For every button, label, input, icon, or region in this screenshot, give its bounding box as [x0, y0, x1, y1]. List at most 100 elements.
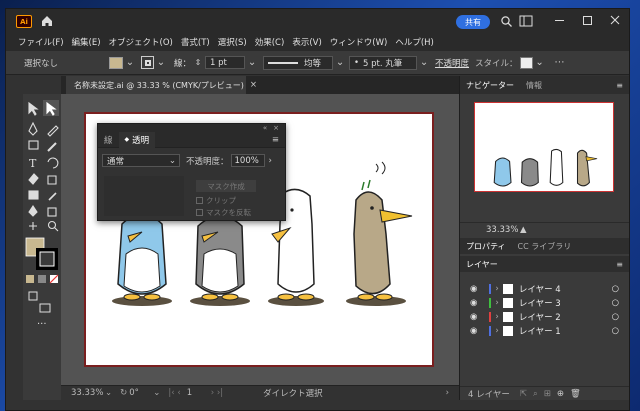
zoom-chevron-down-icon[interactable]: ⌄ — [105, 388, 112, 398]
search-icon[interactable] — [500, 15, 513, 28]
zoom-out-icon[interactable]: ▲ — [520, 225, 527, 235]
artboard-tool-icon[interactable] — [29, 222, 37, 230]
screen-mode-icon[interactable] — [39, 303, 51, 313]
canvas-area[interactable]: «× 線 ◆ 透明 ≡ 通常 ⌄ 不透明度： 100% › マスク作成 クリップ… — [61, 94, 459, 394]
opacity-label[interactable]: 不透明度 — [435, 57, 469, 69]
new-layer-icon[interactable]: ⊕ — [557, 389, 564, 399]
prev-artboard-icon[interactable]: |‹ ‹ — [168, 388, 180, 398]
navigator-menu-icon[interactable]: ≡ — [610, 81, 629, 90]
invert-mask-checkbox[interactable] — [196, 209, 203, 216]
layer-row[interactable]: ◉ › レイヤー 4 ○ — [460, 282, 629, 296]
delete-layer-icon[interactable]: 🗑 — [570, 389, 581, 399]
close-icon[interactable] — [609, 14, 621, 26]
layers-menu-icon[interactable]: ≡ — [610, 260, 629, 269]
navigator-zoom-value[interactable]: 33.33% — [486, 225, 520, 235]
blue-penguin-illustration[interactable] — [117, 213, 167, 301]
paintbrush-tool-icon[interactable] — [47, 142, 57, 152]
opacity-expand-icon[interactable]: › — [269, 156, 272, 166]
status-page[interactable]: 1 — [187, 388, 207, 398]
gradient-tool-icon[interactable] — [47, 207, 57, 217]
menu-object[interactable]: オブジェクト(O) — [109, 36, 173, 48]
stroke-dropdown-chevron-down-icon[interactable]: ⌄ — [154, 56, 168, 70]
make-mask-button[interactable]: マスク作成 — [196, 180, 256, 192]
status-arrow-icon[interactable]: › — [446, 388, 449, 398]
stroke-weight-field[interactable]: 1 pt — [205, 56, 246, 69]
menu-edit[interactable]: 編集(E) — [72, 36, 101, 48]
brush-definition[interactable]: • 5 pt. 丸筆 — [349, 55, 418, 70]
opacity-field[interactable]: 100% — [230, 154, 265, 167]
visibility-eye-icon[interactable]: ◉ — [470, 298, 477, 308]
shape-builder-tool-icon[interactable] — [28, 190, 39, 200]
style-chevron-down-icon[interactable]: ⌄ — [533, 56, 547, 70]
tab-libraries[interactable]: CC ライブラリ — [512, 241, 578, 252]
menu-type[interactable]: 書式(T) — [181, 36, 210, 48]
tab-properties[interactable]: プロパティ — [460, 241, 512, 252]
locate-icon[interactable]: ⌕ — [533, 389, 538, 399]
menu-window[interactable]: ウィンドウ(W) — [330, 36, 388, 48]
clip-checkbox[interactable] — [196, 197, 203, 204]
scale-tool-icon[interactable] — [47, 175, 57, 185]
share-button[interactable]: 共有 — [456, 15, 490, 29]
layer-name[interactable]: レイヤー 4 — [519, 283, 561, 295]
stroke-swatch[interactable] — [141, 56, 154, 69]
stroke-stepper-icon[interactable]: ⇕ — [191, 56, 205, 70]
more-options-icon[interactable]: ⋯ — [553, 56, 567, 70]
status-rotation[interactable]: 0° — [129, 388, 153, 398]
expand-chevron-icon[interactable]: › — [495, 326, 498, 336]
tab-info[interactable]: 情報 — [520, 80, 548, 91]
zoom-tool-icon[interactable] — [47, 220, 57, 230]
panel-menu-icon[interactable]: ≡ — [272, 135, 279, 145]
maximize-button[interactable] — [583, 16, 592, 25]
target-circle-icon[interactable]: ○ — [612, 326, 619, 336]
curvature-tool-icon[interactable] — [47, 125, 59, 137]
brush-chevron-down-icon[interactable]: ⌄ — [417, 56, 431, 70]
document-tab-close-icon[interactable]: × — [250, 80, 257, 90]
width-tool-icon[interactable] — [28, 205, 38, 217]
target-circle-icon[interactable]: ○ — [612, 298, 619, 308]
target-circle-icon[interactable]: ○ — [612, 284, 619, 294]
target-circle-icon[interactable]: ○ — [612, 312, 619, 322]
rotate-tool-icon[interactable] — [47, 157, 59, 169]
layer-name[interactable]: レイヤー 1 — [519, 325, 561, 337]
visibility-eye-icon[interactable]: ◉ — [470, 312, 477, 322]
tab-navigator[interactable]: ナビゲーター — [460, 80, 520, 91]
layer-row[interactable]: ◉ › レイヤー 1 ○ — [460, 324, 629, 338]
gradient-mode-icon[interactable] — [38, 275, 46, 283]
stroke-color-swatch[interactable] — [36, 248, 58, 270]
tab-stroke[interactable]: 線 — [98, 134, 119, 146]
menu-help[interactable]: ヘルプ(H) — [395, 36, 434, 48]
draw-mode-icon[interactable] — [28, 291, 38, 301]
style-swatch[interactable] — [519, 56, 533, 69]
menu-select[interactable]: 選択(S) — [218, 36, 247, 48]
rotation-chevron-down-icon[interactable]: ⌄ — [153, 388, 160, 398]
new-sublayer-icon[interactable]: ⊞ — [544, 389, 551, 399]
expand-chevron-icon[interactable]: › — [495, 298, 498, 308]
home-icon[interactable] — [40, 14, 54, 28]
color-mode-icon[interactable] — [26, 275, 34, 283]
clip-checkbox-row[interactable]: クリップ — [196, 195, 236, 206]
export-icon[interactable]: ⇱ — [520, 389, 527, 399]
blend-mode-select[interactable]: 通常 ⌄ — [102, 154, 180, 167]
workspace-icon[interactable] — [519, 15, 533, 28]
stroke-weight-chevron-down-icon[interactable]: ⌄ — [245, 56, 259, 70]
grey-penguin-illustration[interactable] — [195, 215, 245, 301]
tan-duck-illustration[interactable] — [353, 161, 413, 301]
fill-swatch[interactable] — [109, 56, 123, 69]
collapse-panel-icon[interactable]: « — [263, 124, 267, 132]
layer-name[interactable]: レイヤー 2 — [519, 311, 561, 323]
expand-chevron-icon[interactable]: › — [495, 312, 498, 322]
layer-row[interactable]: ◉ › レイヤー 2 ○ — [460, 310, 629, 324]
expand-chevron-icon[interactable]: › — [495, 284, 498, 294]
tab-transparency[interactable]: ◆ 透明 — [118, 131, 156, 148]
menu-file[interactable]: ファイル(F) — [18, 36, 64, 48]
tab-layers[interactable]: レイヤー — [460, 259, 504, 270]
variable-width-profile[interactable]: 均等 — [263, 55, 334, 70]
document-tab[interactable]: 名称未設定.ai @ 33.33 % (CMYK/プレビュー) × — [66, 76, 257, 94]
fill-dropdown-chevron-down-icon[interactable]: ⌄ — [123, 56, 137, 70]
profile-chevron-down-icon[interactable]: ⌄ — [333, 56, 347, 70]
menu-view[interactable]: 表示(V) — [292, 36, 321, 48]
close-panel-icon[interactable]: × — [273, 124, 279, 132]
menu-effect[interactable]: 効果(C) — [255, 36, 285, 48]
pen-tool-icon[interactable] — [28, 121, 38, 136]
status-zoom[interactable]: 33.33% — [71, 388, 105, 398]
